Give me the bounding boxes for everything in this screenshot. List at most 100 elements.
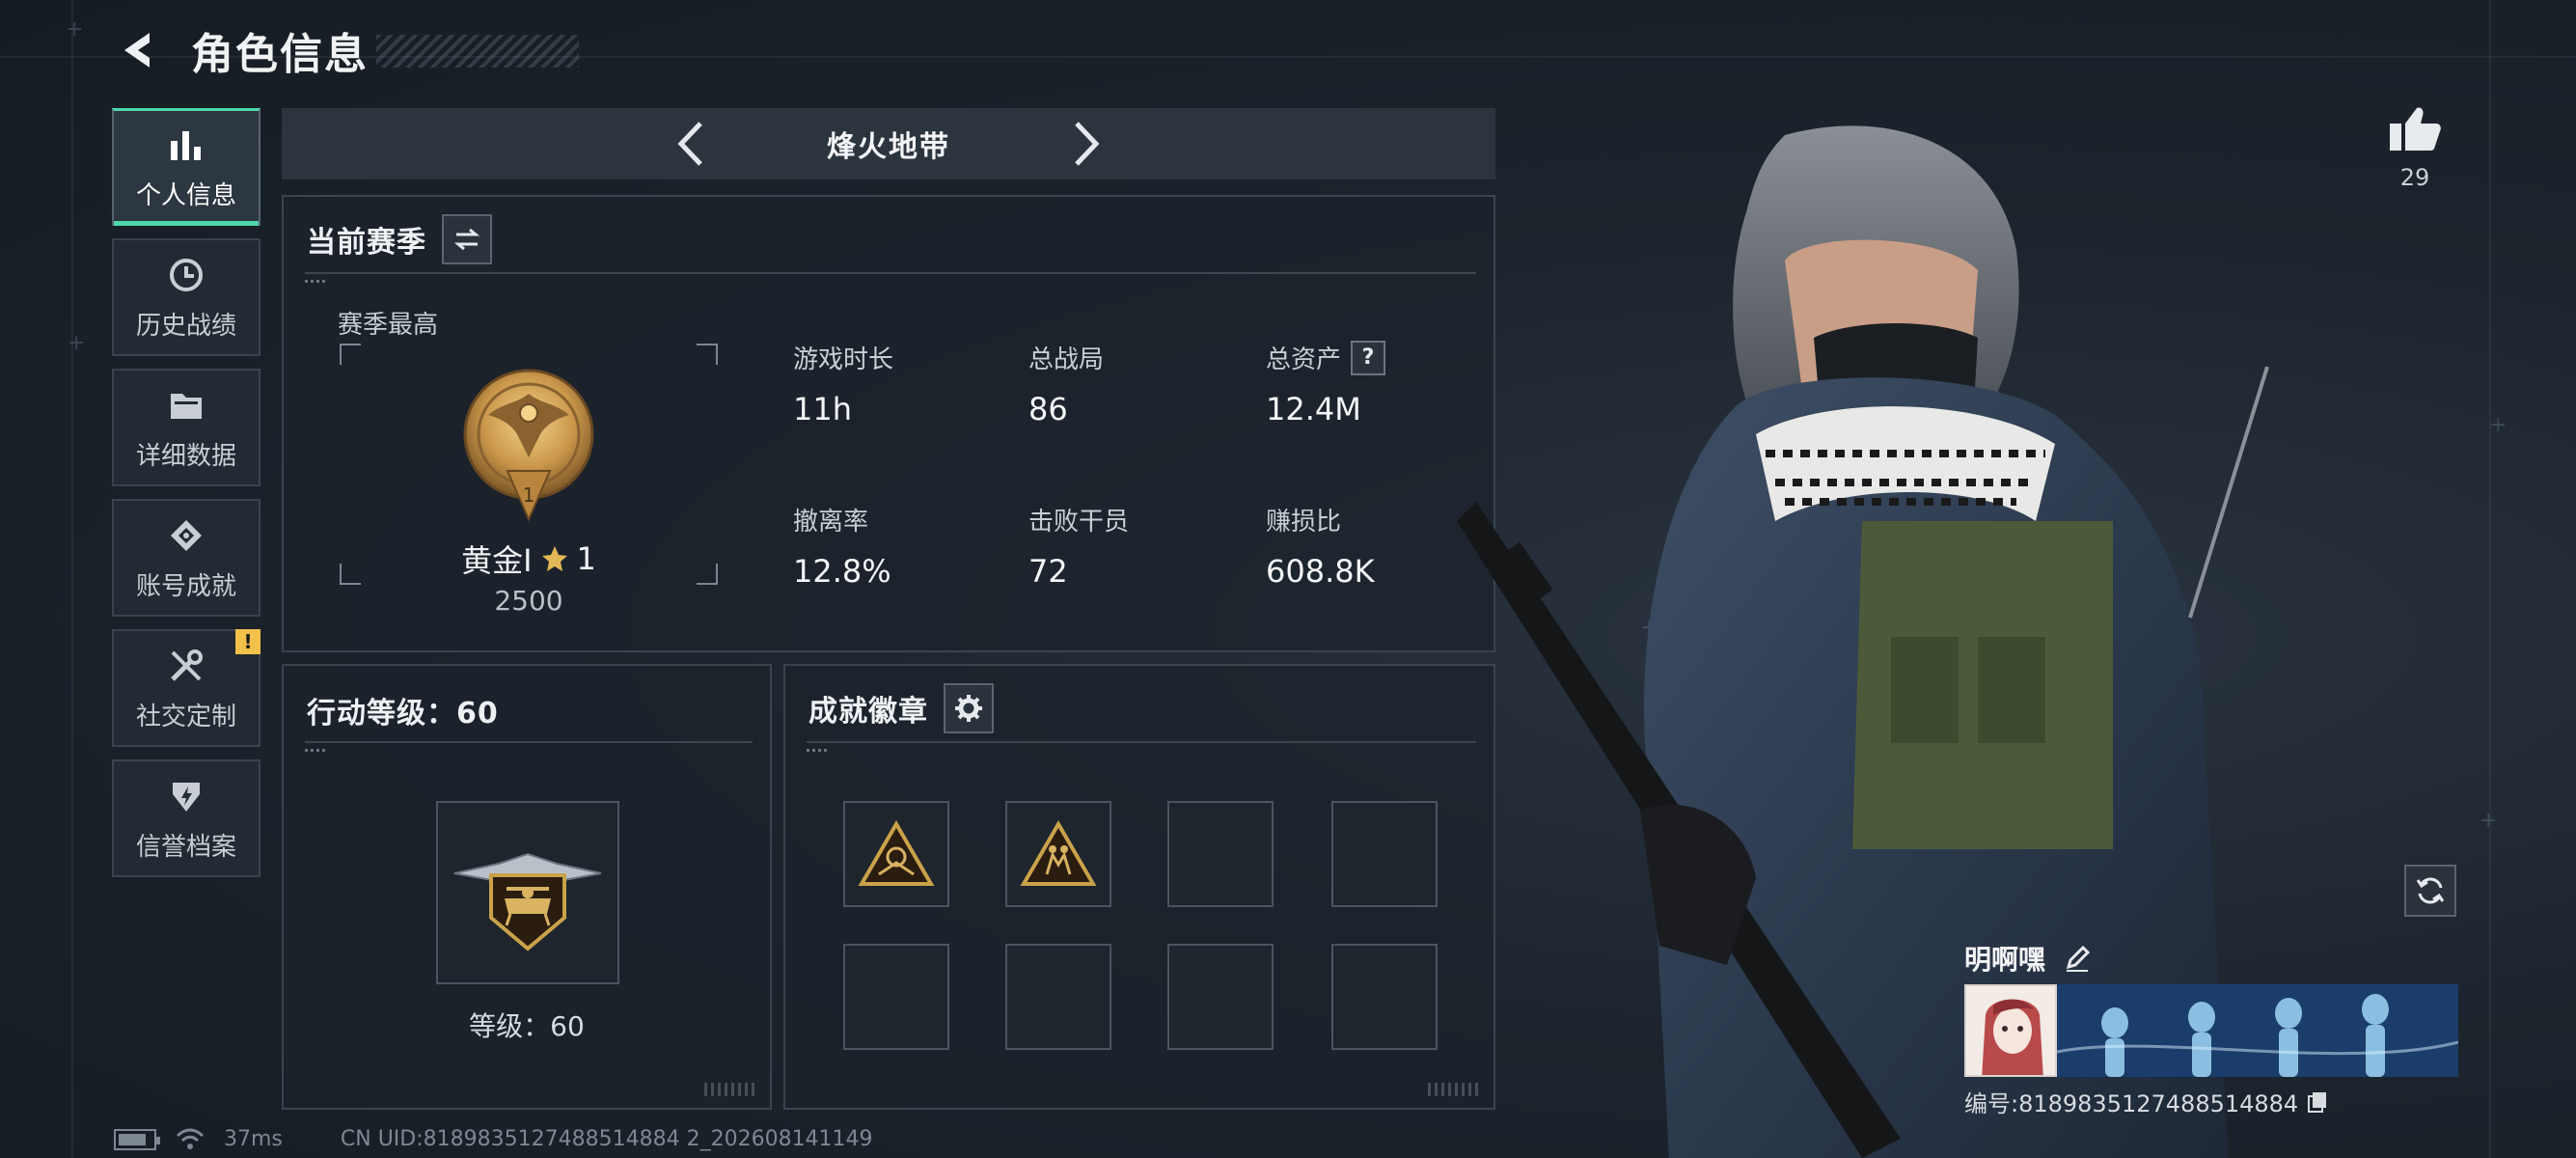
gear-icon <box>955 695 982 722</box>
stat-total-matches: 总战局 86 <box>1028 340 1250 427</box>
gold-rank-emblem-icon: 1 <box>463 369 594 522</box>
stat-label-text: 总资产 <box>1266 345 1342 374</box>
stat-label: 总战局 <box>1028 345 1105 374</box>
mode-selector: 烽火地带 <box>282 108 1495 179</box>
season-title: 当前赛季 <box>307 226 426 260</box>
badge-slot-empty[interactable] <box>1167 801 1274 907</box>
sidebar-item-detailed-data[interactable]: 详细数据 <box>112 369 260 486</box>
crosshair-decoration: + <box>68 331 86 355</box>
bg-line <box>2489 0 2491 1158</box>
badge-slot[interactable] <box>1005 801 1111 907</box>
refresh-appearance-button[interactable] <box>2404 865 2456 917</box>
player-card: 明啊嘿 编号:8189835127488514884 <box>1964 938 2458 1118</box>
alert-badge: ! <box>235 629 260 654</box>
back-arrow-icon <box>124 33 150 68</box>
badge-settings-button[interactable] <box>944 683 994 733</box>
uid-text: CN UID:8189835127488514884 2_20260814114… <box>340 1127 873 1151</box>
profile-banner[interactable] <box>2057 984 2458 1077</box>
corner-decoration <box>704 1083 758 1096</box>
stat-value: 12.8% <box>793 553 891 590</box>
badge-slot-empty[interactable] <box>843 944 949 1050</box>
status-bar: 37ms CN UID:8189835127488514884 2_202608… <box>114 1127 873 1151</box>
sidebar-item-label: 个人信息 <box>135 181 236 210</box>
thumbs-up-icon <box>2390 107 2441 151</box>
next-mode-button[interactable] <box>1061 118 1113 170</box>
sidebar-item-achievements[interactable]: 账号成就 <box>112 499 260 617</box>
clock-history-icon <box>165 254 207 296</box>
stat-value: 72 <box>1028 553 1068 590</box>
back-button[interactable] <box>114 26 162 74</box>
sidebar-item-history[interactable]: 历史战绩 <box>112 238 260 356</box>
tools-icon <box>165 645 207 687</box>
switch-season-button[interactable] <box>442 214 492 264</box>
sidebar-item-label: 信誉档案 <box>135 832 236 862</box>
chevron-left-icon <box>677 122 702 166</box>
player-id-row: 编号:8189835127488514884 <box>1964 1085 2458 1118</box>
season-panel: 当前赛季 赛季最高 1 黄金Ⅰ 1 2500 游戏时长 11h 总战局 86 总… <box>282 195 1495 652</box>
player-name: 明啊嘿 <box>1964 944 2046 976</box>
level-header: 行动等级：60 <box>307 689 499 731</box>
like-count: 29 <box>2399 164 2430 191</box>
divider <box>807 741 1476 752</box>
level-text: 等级：60 <box>469 1010 585 1042</box>
rank-tier: 黄金Ⅰ <box>461 542 533 579</box>
title-decoration <box>376 35 579 68</box>
sidebar-item-social-custom[interactable]: 社交定制 ! <box>112 629 260 747</box>
wifi-icon <box>176 1128 205 1149</box>
rank-score: 2500 <box>494 585 563 617</box>
stat-label: 撤离率 <box>793 508 869 537</box>
card-body <box>1964 984 2458 1077</box>
stat-value: 11h <box>793 391 852 427</box>
stat-kills: 击败干员 72 <box>1028 502 1250 590</box>
frame-corner <box>697 344 718 365</box>
stat-label: 游戏时长 <box>793 345 894 374</box>
badge-slot-empty[interactable] <box>1331 944 1438 1050</box>
sidebar-item-label: 历史战绩 <box>135 311 236 341</box>
like-widget[interactable]: 29 <box>2383 104 2447 191</box>
badge-slot-empty[interactable] <box>1331 801 1438 907</box>
page-title: 角色信息 <box>191 30 369 79</box>
refresh-icon <box>2416 877 2445 904</box>
crosshair-decoration: + <box>66 17 84 41</box>
helicopter-emblem-icon <box>453 852 602 951</box>
sidebar-item-label: 详细数据 <box>135 441 236 471</box>
achievement-icon <box>165 514 207 557</box>
badges-title: 成就徽章 <box>808 695 928 729</box>
bar-chart-icon <box>165 124 207 166</box>
rank-display: 1 黄金Ⅰ 1 2500 <box>340 344 718 617</box>
level-panel: 行动等级：60 等级：60 <box>282 664 772 1110</box>
avatar[interactable] <box>1964 984 2057 1077</box>
bg-line <box>71 0 73 1158</box>
badges-header: 成就徽章 <box>808 683 994 733</box>
player-name-row: 明啊嘿 <box>1964 938 2458 979</box>
help-icon[interactable]: ? <box>1351 340 1386 375</box>
edit-pencil-icon[interactable] <box>2063 944 2092 973</box>
svg-text:1: 1 <box>523 483 535 507</box>
shield-icon <box>165 775 207 817</box>
crosshair-decoration: + <box>2489 413 2507 437</box>
player-id: 编号:8189835127488514884 <box>1964 1090 2299 1117</box>
battery-icon <box>114 1128 160 1150</box>
mode-title: 烽火地带 <box>827 130 950 164</box>
rank-stars: 1 <box>576 540 596 577</box>
crosshair-decoration: + <box>2480 809 2498 833</box>
badge-slot[interactable] <box>843 801 949 907</box>
stat-extract-rate: 撤离率 12.8% <box>793 502 1015 590</box>
ping-value: 37ms <box>224 1127 283 1151</box>
triangle-badge-icon <box>858 820 935 886</box>
level-emblem[interactable] <box>436 801 619 984</box>
sidebar: 个人信息 历史战绩 详细数据 账号成就 社交定制 ! 信誉档案 <box>112 108 260 890</box>
prev-mode-button[interactable] <box>664 118 716 170</box>
copy-icon[interactable] <box>2306 1090 2329 1114</box>
sidebar-item-label: 账号成就 <box>135 571 236 601</box>
chevron-right-icon <box>1075 122 1100 166</box>
divider <box>305 272 1476 283</box>
swap-icon <box>453 228 480 251</box>
stat-value: 86 <box>1028 391 1068 427</box>
badge-slot-empty[interactable] <box>1167 944 1274 1050</box>
star-icon <box>541 546 567 571</box>
sidebar-item-personal-info[interactable]: 个人信息 <box>112 108 260 226</box>
badge-slot-empty[interactable] <box>1005 944 1111 1050</box>
sidebar-item-reputation[interactable]: 信誉档案 <box>112 759 260 877</box>
skeleton-banner-art <box>2057 984 2458 1077</box>
